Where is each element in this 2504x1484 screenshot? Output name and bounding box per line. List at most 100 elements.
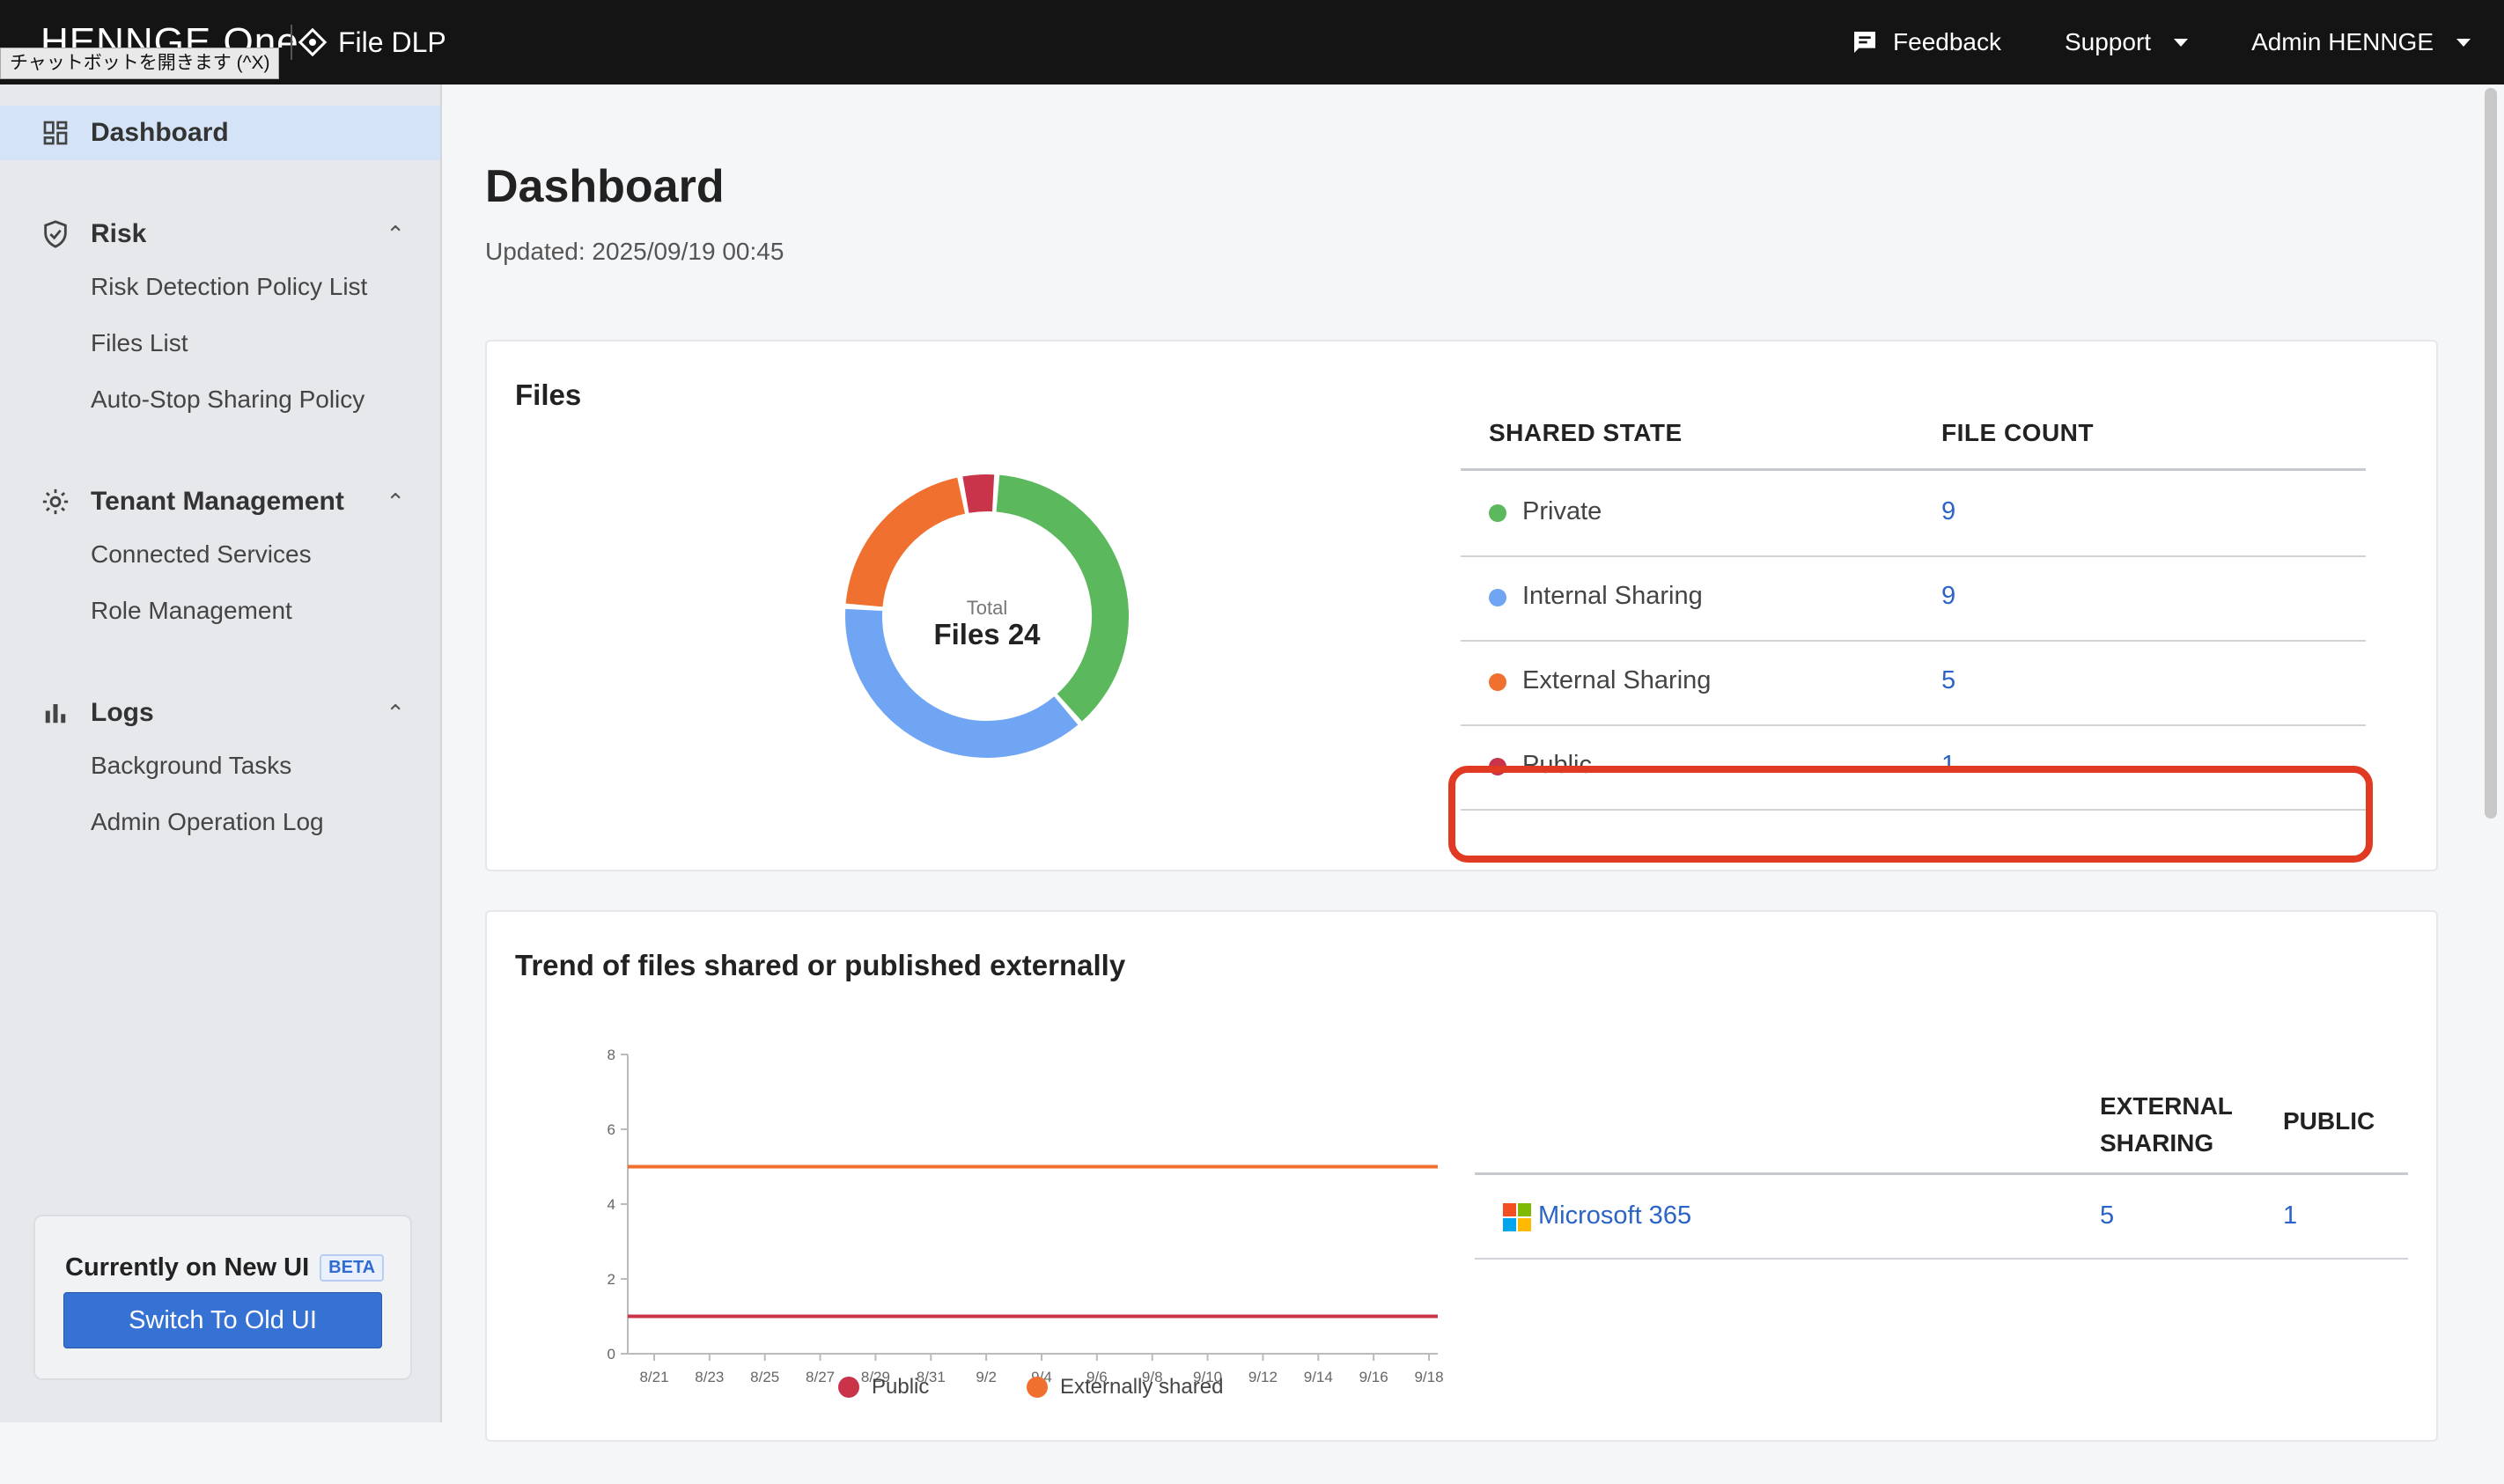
table-row: Private 9 xyxy=(1461,471,2366,557)
chevron-up-icon: ⌃ xyxy=(386,220,405,247)
row-count-link[interactable]: 5 xyxy=(1941,666,1955,695)
x-tick-label: 9/18 xyxy=(1414,1369,1443,1385)
sidebar-item-background-tasks[interactable]: Background Tasks xyxy=(91,752,291,780)
donut-caption: Total xyxy=(966,597,1008,619)
public-count-link[interactable]: 1 xyxy=(2283,1201,2297,1231)
trend-line-chart: 024688/218/238/258/278/298/319/29/49/69/… xyxy=(608,1047,1444,1385)
ui-version-label: Currently on New UI xyxy=(65,1253,310,1282)
product-name[interactable]: File DLP xyxy=(298,21,446,63)
bar-chart-icon xyxy=(39,696,72,730)
sidebar-item-admin-operation-log[interactable]: Admin Operation Log xyxy=(91,808,324,836)
table-row: Microsoft 365 5 1 xyxy=(1475,1175,2408,1260)
sidebar-group-risk[interactable]: Risk ⌃ xyxy=(0,208,440,261)
col-shared-state: SHARED STATE xyxy=(1489,419,1683,446)
file-dlp-icon xyxy=(298,27,328,57)
sidebar-item-role-management[interactable]: Role Management xyxy=(91,597,292,625)
y-tick-label: 8 xyxy=(608,1047,615,1063)
microsoft-365-icon xyxy=(1503,1203,1531,1231)
sidebar-group-label: Logs xyxy=(91,698,154,727)
chevron-down-icon xyxy=(2174,38,2189,47)
donut-center: Total Files 24 xyxy=(829,597,1145,651)
switch-to-old-ui-button[interactable]: Switch To Old UI xyxy=(63,1292,382,1348)
top-bar: HENNGE One File DLP Feedback Support Adm… xyxy=(0,0,2504,84)
external-sharing-highlight xyxy=(1448,766,2373,863)
y-tick-label: 4 xyxy=(608,1196,615,1213)
chatbot-tooltip: チャットボットを開きます (^X) xyxy=(0,48,280,79)
sidebar-group-label: Tenant Management xyxy=(91,487,344,516)
service-link[interactable]: Microsoft 365 xyxy=(1538,1201,1691,1231)
files-card-title: Files xyxy=(515,378,582,411)
externally-shared-legend-dot-icon xyxy=(1027,1377,1048,1398)
sidebar-item-label: Dashboard xyxy=(91,118,229,147)
page-scrollbar[interactable] xyxy=(2485,88,2497,819)
page-title: Dashboard xyxy=(485,161,725,212)
col-external-line1: EXTERNAL xyxy=(2100,1092,2233,1120)
ui-version-card: Currently on New UI BETA Switch To Old U… xyxy=(33,1215,412,1380)
row-label: External Sharing xyxy=(1522,666,1712,694)
sidebar-item-connected-services[interactable]: Connected Services xyxy=(91,540,312,569)
col-file-count: FILE COUNT xyxy=(1941,419,2094,446)
x-tick-label: 9/16 xyxy=(1359,1369,1388,1385)
top-nav: Feedback Support Admin HENNGE xyxy=(1851,0,2471,84)
public-legend-dot-icon xyxy=(838,1377,859,1398)
support-label: Support xyxy=(2064,28,2152,55)
logo[interactable]: HENNGE One xyxy=(41,16,299,48)
feedback-button[interactable]: Feedback xyxy=(1851,28,2001,56)
trend-card-title: Trend of files shared or published exter… xyxy=(515,949,1126,981)
x-tick-label: 8/25 xyxy=(750,1369,779,1385)
legend-label: Public xyxy=(872,1375,930,1399)
files-card: Files Total Files 24 SHARED STATE FILE C… xyxy=(485,340,2438,871)
admin-menu[interactable]: Admin HENNGE xyxy=(2251,28,2471,56)
gear-icon xyxy=(39,485,72,518)
external-count-link[interactable]: 5 xyxy=(2100,1201,2114,1231)
support-menu[interactable]: Support xyxy=(2064,28,2189,56)
y-tick-label: 6 xyxy=(608,1121,615,1138)
donut-total: Files 24 xyxy=(933,618,1041,650)
col-external-sharing: EXTERNAL SHARING xyxy=(2100,1088,2233,1162)
product-label: File DLP xyxy=(338,26,446,58)
sidebar: Dashboard Risk ⌃ Risk Detection Policy L… xyxy=(0,84,442,1422)
chevron-up-icon: ⌃ xyxy=(386,699,405,726)
trend-card: Trend of files shared or published exter… xyxy=(485,910,2438,1442)
col-public: PUBLIC xyxy=(2283,1107,2375,1135)
beta-badge: BETA xyxy=(320,1254,385,1282)
sidebar-group-logs[interactable]: Logs ⌃ xyxy=(0,687,440,739)
donut-slice-external-sharing xyxy=(845,477,966,607)
sidebar-item-risk-detection-policy-list[interactable]: Risk Detection Policy List xyxy=(91,273,367,301)
chevron-down-icon xyxy=(2456,38,2471,47)
x-tick-label: 9/12 xyxy=(1248,1369,1278,1385)
legend-externally-shared[interactable]: Externally shared xyxy=(1027,1375,1223,1400)
admin-label: Admin HENNGE xyxy=(2251,28,2434,55)
feedback-icon xyxy=(1854,32,1876,53)
row-label: Private xyxy=(1522,497,1602,525)
updated-timestamp: Updated: 2025/09/19 00:45 xyxy=(485,238,784,265)
x-tick-label: 8/27 xyxy=(806,1369,835,1385)
row-label: Internal Sharing xyxy=(1522,582,1703,610)
chevron-up-icon: ⌃ xyxy=(386,488,405,515)
private-dot-icon xyxy=(1489,504,1506,522)
sidebar-group-tenant-management[interactable]: Tenant Management ⌃ xyxy=(0,475,440,528)
row-count-link[interactable]: 9 xyxy=(1941,497,1955,526)
sidebar-item-auto-stop-sharing-policy[interactable]: Auto-Stop Sharing Policy xyxy=(91,386,365,414)
legend-public[interactable]: Public xyxy=(838,1375,929,1400)
sidebar-item-files-list[interactable]: Files List xyxy=(91,329,188,357)
shield-icon xyxy=(39,217,72,251)
sidebar-item-dashboard[interactable]: Dashboard xyxy=(0,106,440,160)
table-row: External Sharing 5 xyxy=(1461,640,2366,726)
legend-label: Externally shared xyxy=(1060,1375,1224,1399)
sidebar-group-label: Risk xyxy=(91,219,147,248)
col-external-line2: SHARING xyxy=(2100,1129,2214,1157)
internal-sharing-dot-icon xyxy=(1489,589,1506,606)
table-row: Internal Sharing 9 xyxy=(1461,555,2366,642)
donut-slice-public xyxy=(962,474,995,513)
x-tick-label: 9/14 xyxy=(1304,1369,1333,1385)
logo-divider xyxy=(291,25,292,60)
y-tick-label: 0 xyxy=(608,1346,615,1363)
ui-version-title: Currently on New UI BETA xyxy=(65,1253,385,1282)
x-tick-label: 9/2 xyxy=(976,1369,997,1385)
x-tick-label: 8/21 xyxy=(639,1369,668,1385)
external-sharing-dot-icon xyxy=(1489,673,1506,691)
dashboard-icon xyxy=(39,116,72,150)
x-tick-label: 8/23 xyxy=(695,1369,724,1385)
row-count-link[interactable]: 9 xyxy=(1941,582,1955,611)
